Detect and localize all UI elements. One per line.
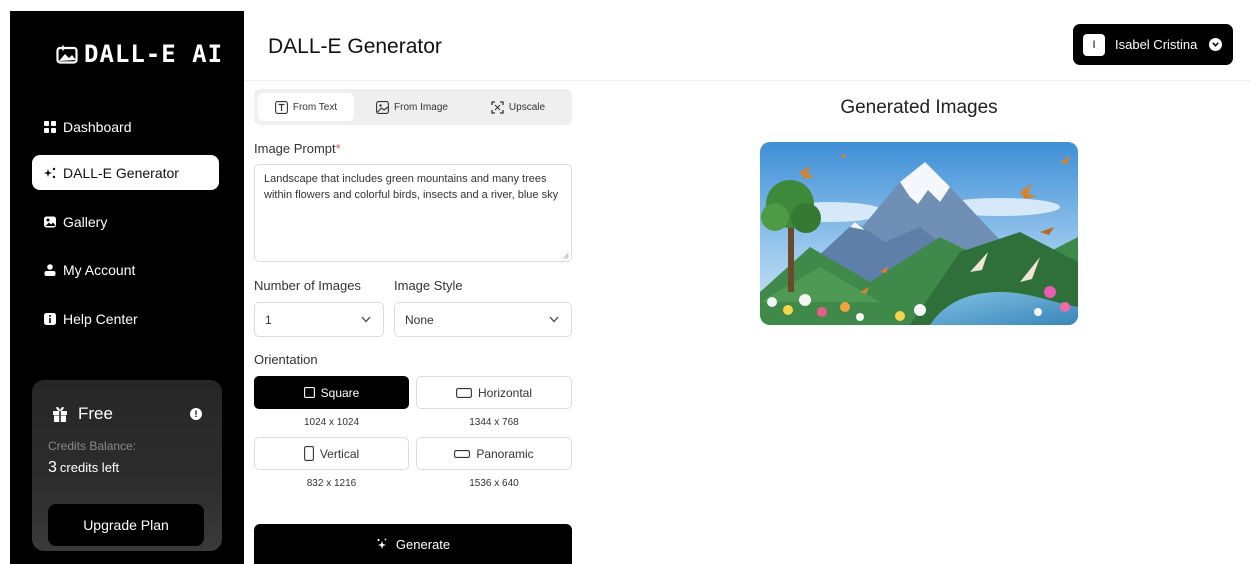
orientation-label-text: Square	[320, 385, 360, 400]
page-title: DALL-E Generator	[268, 35, 442, 58]
tab-label: From Image	[394, 101, 448, 113]
orientation-dims: 1536 x 640	[469, 478, 519, 489]
vertical-rect-icon	[303, 446, 314, 461]
plan-card: Free ! Credits Balance: 3 credits left Up…	[32, 380, 222, 551]
sparkle-icon	[44, 167, 56, 179]
sidebar-item-help-center[interactable]: Help Center	[32, 301, 219, 336]
sidebar-item-dall-e-generator[interactable]: DALL-E Generator	[32, 155, 219, 190]
credits-balance: 3 credits left	[48, 459, 119, 477]
image-icon	[376, 100, 389, 114]
gift-icon	[53, 407, 67, 422]
plan-name: Free	[78, 404, 113, 423]
orientation-horizontal-button[interactable]: Horizontal	[416, 376, 572, 409]
resize-handle-icon[interactable]	[563, 253, 569, 259]
orientation-label: Orientation	[254, 352, 318, 367]
logo-text: DALL-E AI	[84, 40, 224, 68]
sidebar: DALL-E AI Dashboard DALL-E Generator Gal…	[10, 11, 244, 564]
prompt-label: Image Prompt*	[254, 141, 341, 156]
credits-number: 3	[48, 459, 57, 476]
text-icon	[274, 100, 288, 114]
generate-button[interactable]: Generate	[254, 524, 572, 564]
orientation-label-text: Panoramic	[476, 446, 534, 461]
number-of-images-label: Number of Images	[254, 278, 361, 293]
tab-label: From Text	[292, 101, 338, 113]
gallery-icon	[44, 216, 56, 228]
orientation-label-text: Vertical	[319, 446, 360, 461]
tab-label: Upscale	[508, 101, 546, 113]
app-logo[interactable]: DALL-E AI	[56, 40, 223, 68]
sidebar-item-label: DALL-E Generator	[63, 164, 179, 181]
credits-suffix: credits left	[59, 460, 120, 475]
image-style-label: Image Style	[394, 278, 463, 293]
sidebar-item-label: Dashboard	[63, 118, 132, 135]
image-style-select[interactable]: None	[394, 302, 572, 337]
generated-image[interactable]	[760, 142, 1078, 325]
orientation-dims: 832 x 1216	[306, 478, 357, 489]
square-icon	[303, 387, 315, 398]
chevron-down-icon	[1209, 38, 1223, 51]
select-value: 1	[265, 312, 272, 327]
user-icon	[44, 263, 56, 276]
sidebar-item-gallery[interactable]: Gallery	[32, 204, 219, 239]
dashboard-icon	[44, 120, 56, 133]
prompt-textarea[interactable]: Landscape that includes green mountains …	[254, 164, 572, 262]
plan-info-icon[interactable]: !	[190, 408, 202, 420]
sidebar-item-label: Help Center	[63, 310, 138, 327]
user-menu-button[interactable]: I Isabel Cristina	[1073, 24, 1233, 65]
required-mark: *	[335, 141, 341, 156]
sidebar-item-dashboard[interactable]: Dashboard	[32, 109, 219, 144]
orientation-dims: 1024 x 1024	[303, 417, 360, 428]
sidebar-item-my-account[interactable]: My Account	[32, 252, 219, 287]
orientation-vertical-button[interactable]: Vertical	[254, 437, 409, 470]
chevron-down-icon	[549, 316, 559, 323]
tab-from-text[interactable]: From Text	[258, 93, 354, 121]
orientation-square-button[interactable]: Square	[254, 376, 409, 409]
orientation-label-text: Horizontal	[477, 385, 533, 400]
landscape-image	[760, 142, 1078, 325]
tab-upscale[interactable]: Upscale	[476, 93, 560, 121]
generator-tabs: From Text From Image Upscale	[254, 89, 572, 125]
generated-images-title: Generated Images	[840, 97, 998, 118]
header-divider	[244, 80, 1250, 81]
sidebar-item-label: Gallery	[63, 213, 108, 230]
user-name: Isabel Cristina	[1115, 37, 1198, 52]
info-icon	[44, 312, 56, 325]
prompt-label-text: Image Prompt	[254, 141, 336, 156]
tab-from-image[interactable]: From Image	[362, 93, 462, 121]
upscale-icon	[491, 100, 504, 114]
avatar: I	[1083, 33, 1105, 56]
sparkle-icon	[377, 538, 387, 549]
orientation-dims: 1344 x 768	[469, 417, 519, 428]
panoramic-rect-icon	[454, 449, 471, 458]
number-of-images-select[interactable]: 1	[254, 302, 384, 337]
image-sparkle-icon	[56, 44, 78, 64]
chevron-down-icon	[361, 316, 371, 323]
select-value: None	[405, 312, 434, 327]
generate-label: Generate	[395, 536, 451, 552]
sidebar-item-label: My Account	[63, 261, 136, 278]
upgrade-plan-button[interactable]: Upgrade Plan	[48, 504, 204, 546]
credits-caption: Credits Balance:	[48, 439, 137, 453]
horizontal-rect-icon	[456, 387, 472, 398]
orientation-panoramic-button[interactable]: Panoramic	[416, 437, 572, 470]
